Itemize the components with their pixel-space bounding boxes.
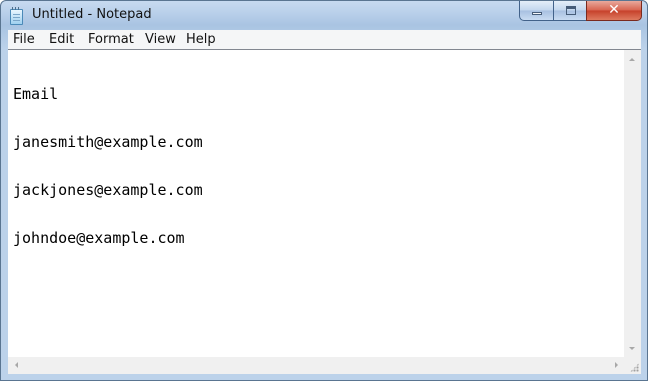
scroll-down-arrow-icon[interactable] bbox=[629, 347, 635, 350]
menu-format[interactable]: Format bbox=[88, 31, 134, 48]
scroll-up-arrow-icon[interactable] bbox=[629, 58, 635, 61]
text-line: janesmith@example.com bbox=[13, 133, 203, 151]
scroll-left-arrow-icon[interactable] bbox=[15, 362, 18, 368]
menu-help[interactable]: Help bbox=[186, 31, 216, 48]
minimize-button[interactable] bbox=[519, 1, 554, 21]
vertical-scrollbar[interactable] bbox=[624, 50, 641, 358]
menu-edit[interactable]: Edit bbox=[49, 31, 74, 48]
size-grip[interactable] bbox=[624, 357, 641, 374]
notepad-icon[interactable] bbox=[10, 7, 23, 25]
scroll-right-arrow-icon[interactable] bbox=[615, 362, 618, 368]
menu-file[interactable]: File bbox=[13, 31, 35, 48]
window-title: Untitled - Notepad bbox=[32, 7, 152, 22]
maximize-button[interactable] bbox=[553, 1, 587, 21]
text-line: johndoe@example.com bbox=[13, 229, 185, 247]
close-button[interactable]: ✕ bbox=[586, 1, 642, 21]
text-line: jackjones@example.com bbox=[13, 181, 203, 199]
menu-bar: File Edit Format View Help bbox=[8, 30, 641, 50]
menu-view[interactable]: View bbox=[145, 31, 176, 48]
editor-area: Email janesmith@example.com jackjones@ex… bbox=[8, 49, 641, 374]
resize-grip-icon bbox=[630, 363, 639, 372]
horizontal-scrollbar[interactable] bbox=[8, 357, 625, 374]
text-line: Email bbox=[13, 85, 59, 103]
notepad-window: Untitled - Notepad ✕ File Edit Format Vi… bbox=[0, 0, 648, 381]
close-icon: ✕ bbox=[608, 2, 620, 18]
text-editor[interactable]: Email janesmith@example.com jackjones@ex… bbox=[8, 50, 625, 358]
maximize-icon bbox=[566, 6, 576, 15]
minimize-icon bbox=[532, 12, 542, 15]
